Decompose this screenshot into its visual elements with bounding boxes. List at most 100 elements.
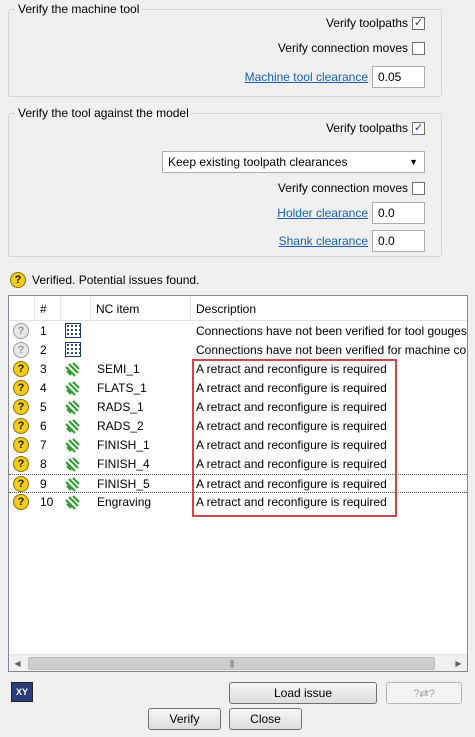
scroll-left-icon[interactable]: ◀	[9, 655, 26, 671]
header-type[interactable]	[61, 296, 91, 321]
shank-clearance-row: Shank clearance	[279, 230, 425, 252]
row-description: A retract and reconfigure is required	[196, 381, 387, 395]
shank-clearance-input[interactable]	[372, 230, 425, 252]
toolpath-icon	[65, 456, 81, 475]
machine-clearance-row: Machine tool clearance	[245, 66, 425, 88]
question-arrows-icon: ?⇄?	[413, 687, 435, 700]
row-nc-item: FLATS_1	[97, 381, 147, 395]
row-description: Connections have not been verified for m…	[196, 343, 467, 357]
row-description: A retract and reconfigure is required	[196, 400, 387, 414]
holder-clearance-input[interactable]	[372, 202, 425, 224]
holder-clearance-link[interactable]: Holder clearance	[277, 206, 368, 220]
verification-status: ? Verified. Potential issues found.	[10, 272, 199, 288]
header-description[interactable]: Description	[191, 296, 467, 321]
table-row[interactable]: ? 7 FINISH_1 A retract and reconfigure is r…	[9, 436, 467, 455]
table-row[interactable]: ? 3 SEMI_1 A retract and reconfigure is req…	[9, 360, 467, 379]
warning-question-icon: ?	[13, 399, 29, 415]
warning-question-icon: ?	[13, 361, 29, 377]
model-verify-connection-row: Verify connection moves	[278, 181, 425, 195]
row-nc-item: Engraving	[97, 495, 152, 509]
header-nc-item[interactable]: NC item	[91, 296, 191, 321]
model-verify-toolpaths-label: Verify toolpaths	[325, 121, 408, 135]
model-group-title: Verify the tool against the model	[15, 106, 192, 120]
warning-question-icon: ?	[13, 456, 29, 472]
machine-tool-group: Verify the machine tool Verify toolpaths…	[8, 2, 442, 97]
machine-verify-toolpaths-label: Verify toolpaths	[325, 16, 408, 30]
machine-tool-clearance-link[interactable]: Machine tool clearance	[245, 70, 368, 84]
table-row[interactable]: ? 1 Connections have not been verified for…	[9, 322, 467, 341]
header-description-label: Description	[196, 302, 257, 316]
verify-button[interactable]: Verify	[148, 708, 221, 730]
header-number[interactable]: #	[35, 296, 61, 321]
table-row[interactable]: ? 4 FLATS_1 A retract and reconfigure is re…	[9, 379, 467, 398]
row-description: Connections have not been verified for t…	[196, 324, 467, 338]
load-issue-button[interactable]: Load issue	[229, 682, 377, 704]
warning-question-icon: ?	[13, 494, 29, 510]
row-number: 8	[40, 457, 47, 471]
connections-icon	[65, 323, 81, 341]
table-row[interactable]: ? 6 RADS_2 A retract and reconfigure is req…	[9, 417, 467, 436]
model-verify-toolpaths-row: Verify toolpaths ✓	[326, 121, 425, 135]
row-number: 5	[40, 400, 47, 414]
machine-tool-group-title: Verify the machine tool	[15, 2, 143, 16]
toolpath-icon	[65, 494, 81, 513]
row-description: A retract and reconfigure is required	[196, 438, 387, 452]
clearance-mode-select[interactable]: Keep existing toolpath clearances ▼	[162, 151, 425, 173]
issues-table: # NC item Description ? 1 Connections have…	[8, 295, 468, 672]
row-nc-item: RADS_1	[97, 400, 144, 414]
warning-question-icon: ?	[13, 418, 29, 434]
table-header: # NC item Description	[9, 296, 467, 321]
machine-tool-clearance-input[interactable]	[372, 66, 425, 88]
row-number: 4	[40, 381, 47, 395]
machine-verify-toolpaths-checkbox[interactable]: ✓	[412, 16, 425, 30]
row-number: 1	[40, 324, 47, 338]
table-row[interactable]: ? 9 FINISH_5 A retract and reconfigure is r…	[9, 474, 467, 493]
machine-verify-connection-row: Verify connection moves	[278, 41, 425, 55]
machine-verify-connection-label: Verify connection moves	[277, 41, 408, 55]
shank-clearance-link[interactable]: Shank clearance	[279, 234, 368, 248]
table-row[interactable]: ? 5 RADS_1 A retract and reconfigure is req…	[9, 398, 467, 417]
dropdown-arrow-icon: ▼	[409, 157, 418, 167]
row-description: A retract and reconfigure is required	[196, 362, 387, 376]
app-logo-icon[interactable]: XY	[11, 682, 33, 702]
row-nc-item: FINISH_5	[97, 477, 150, 491]
row-nc-item: FINISH_1	[97, 438, 150, 452]
horizontal-scrollbar[interactable]: ◀ ||| ▶	[9, 654, 467, 671]
toolpath-icon	[65, 380, 81, 399]
scrollbar-thumb[interactable]: |||	[28, 657, 435, 670]
row-number: 7	[40, 438, 47, 452]
model-verify-connection-checkbox[interactable]	[412, 181, 425, 195]
row-number: 9	[40, 477, 47, 491]
table-row[interactable]: ? 2 Connections have not been verified for…	[9, 341, 467, 360]
header-status[interactable]	[9, 296, 35, 321]
header-nc-item-label: NC item	[96, 302, 140, 316]
model-verify-toolpaths-checkbox[interactable]: ✓	[412, 121, 425, 135]
table-row[interactable]: ? 8 FINISH_4 A retract and reconfigure is r…	[9, 455, 467, 474]
question-icon: ?	[10, 272, 26, 288]
clearance-mode-value: Keep existing toolpath clearances	[168, 155, 348, 169]
connections-icon	[65, 342, 81, 360]
machine-verify-connection-checkbox[interactable]	[412, 41, 425, 55]
close-button[interactable]: Close	[229, 708, 302, 730]
holder-clearance-row: Holder clearance	[277, 202, 425, 224]
model-group: Verify the tool against the model Verify…	[8, 106, 442, 257]
row-description: A retract and reconfigure is required	[196, 457, 387, 471]
row-description: A retract and reconfigure is required	[196, 419, 387, 433]
row-number: 6	[40, 419, 47, 433]
table-row[interactable]: ? 10 Engraving A retract and reconfigure is…	[9, 493, 467, 512]
scroll-right-icon[interactable]: ▶	[450, 655, 467, 671]
row-nc-item: SEMI_1	[97, 362, 140, 376]
warning-question-icon: ?	[13, 476, 29, 492]
toolpath-icon	[65, 437, 81, 456]
row-nc-item: FINISH_4	[97, 457, 150, 471]
warning-question-icon: ?	[13, 437, 29, 453]
header-number-label: #	[40, 302, 47, 316]
machine-verify-toolpaths-row: Verify toolpaths ✓	[326, 16, 425, 30]
warning-question-icon: ?	[13, 380, 29, 396]
model-verify-connection-label: Verify connection moves	[277, 181, 408, 195]
navigate-issues-button[interactable]: ?⇄?	[386, 682, 462, 704]
status-text: Verified. Potential issues found.	[32, 273, 200, 287]
unverified-question-icon: ?	[13, 342, 29, 358]
toolpath-icon	[65, 399, 81, 418]
row-number: 10	[40, 495, 54, 509]
